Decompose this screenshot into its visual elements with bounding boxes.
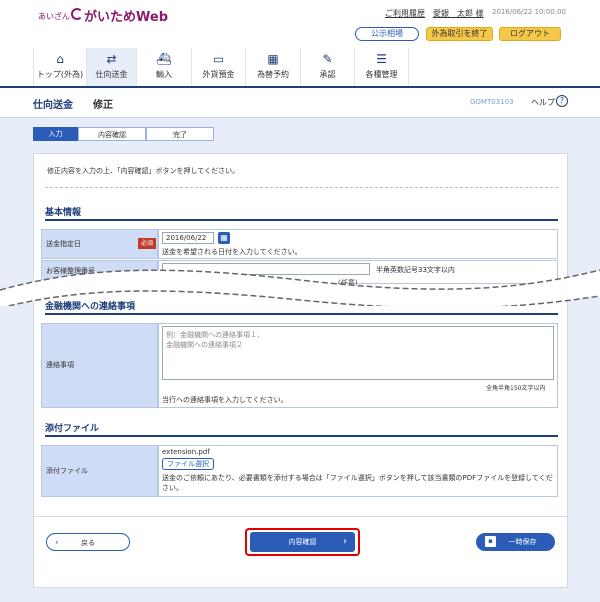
save-label: 一時保存 (508, 538, 537, 546)
save-disk-icon: ▪ (485, 536, 496, 547)
save-button[interactable]: ▪ 一時保存 (476, 533, 555, 551)
attach-filename: extension.pdf (162, 448, 210, 456)
file-select-button[interactable]: ファイル選択 (162, 458, 214, 470)
required-badge: 必須 (138, 238, 156, 249)
manage-icon: ☰ (376, 52, 387, 66)
step-confirm: 内容確認 (78, 127, 146, 141)
logout-button[interactable]: ログアウト (499, 27, 561, 41)
chart-icon: ▦ (267, 52, 279, 66)
nav-approve-label: 承認 (319, 70, 336, 79)
user-name-link[interactable]: 愛銀 太郎 様 (433, 8, 484, 19)
chevron-left-icon: ‹ (55, 538, 59, 548)
page-subtitle: 修正 (93, 100, 113, 111)
contact-hint: 当行への連絡事項を入力してください。 (162, 396, 288, 404)
bank-logo-small: あいざん (38, 12, 70, 21)
help-icon[interactable]: ? (556, 95, 568, 107)
back-label: 戻る (81, 539, 95, 547)
deposit-icon: ▭ (212, 52, 225, 66)
nav-import-label: 輸入 (156, 70, 172, 79)
remittance-icon: ⇄ (106, 52, 117, 66)
confirm-button[interactable]: 内容確認 › (250, 532, 355, 552)
chevron-right-icon: › (343, 536, 347, 547)
attach-note: 送金のご依頼にあたり、必要書類を添付する場合は「ファイル選択」ボタンを押して該当… (162, 474, 553, 492)
nav-remittance-label: 仕向送金 (95, 70, 128, 79)
nav-import[interactable]: ⛴ 輸入 (137, 48, 192, 86)
confirm-label: 内容確認 (288, 538, 317, 546)
home-icon: ⌂ (56, 52, 64, 66)
login-datetime: 2016/06/22 10:00:00 (492, 8, 567, 16)
contact-label: 連絡事項 (41, 323, 158, 408)
section-contact-heading: 金融機関への連絡事項 (45, 299, 558, 315)
calendar-icon[interactable]: ▦ (218, 232, 230, 244)
step-complete: 完了 (146, 127, 214, 141)
divider (45, 187, 558, 188)
contact-textarea[interactable]: 例）金融機関への連絡事項１、 金融機関への連絡事項２ (162, 326, 554, 380)
screen-id: GOMT03103 (470, 98, 514, 106)
nav-approve[interactable]: ✎ 承認 (301, 48, 355, 86)
public-rates-button[interactable]: 公示相場 (355, 27, 419, 41)
approve-icon: ✎ (322, 52, 333, 66)
instruction-text: 修正内容を入力の上、「内容確認」ボタンを押してください。 (47, 167, 240, 175)
step-input: 入力 (33, 127, 78, 141)
back-button[interactable]: ‹ 戻る (46, 533, 130, 551)
nav-forward-contract[interactable]: ▦ 為替予約 (246, 48, 301, 86)
nav-remittance[interactable]: ⇄ 仕向送金 (87, 48, 137, 86)
usage-history-link[interactable]: ご利用履歴 (385, 8, 425, 19)
date-hint: 送金を希望される日付を入力してください。 (162, 248, 302, 256)
end-fx-button[interactable]: 外為取引を終了 (426, 27, 493, 41)
logo-swirl-icon (71, 8, 83, 20)
nav-forward-label: 為替予約 (257, 70, 289, 79)
nav-manage[interactable]: ☰ 各種管理 (355, 48, 409, 86)
date-input[interactable]: 2016/06/22 (162, 232, 214, 244)
nav-manage-label: 各種管理 (365, 70, 398, 79)
help-link[interactable]: ヘルプ (531, 97, 555, 108)
section-basic-heading: 基本情報 (45, 205, 558, 221)
nav-top-label: トップ(外為) (36, 70, 84, 79)
ship-icon: ⛴ (156, 52, 172, 66)
nav-deposit[interactable]: ▭ 外貨預金 (192, 48, 246, 86)
nav-top[interactable]: ⌂ トップ(外為) (33, 48, 87, 86)
page-title: 仕向送金 (33, 100, 73, 111)
attach-label: 添付ファイル (41, 445, 158, 497)
app-logo: がいためWeb (84, 10, 168, 25)
footer-divider (33, 516, 568, 517)
section-attach-heading: 添付ファイル (45, 421, 558, 437)
contact-limit: 全角半角150文字以内 (486, 385, 546, 392)
nav-deposit-label: 外貨預金 (202, 70, 235, 79)
